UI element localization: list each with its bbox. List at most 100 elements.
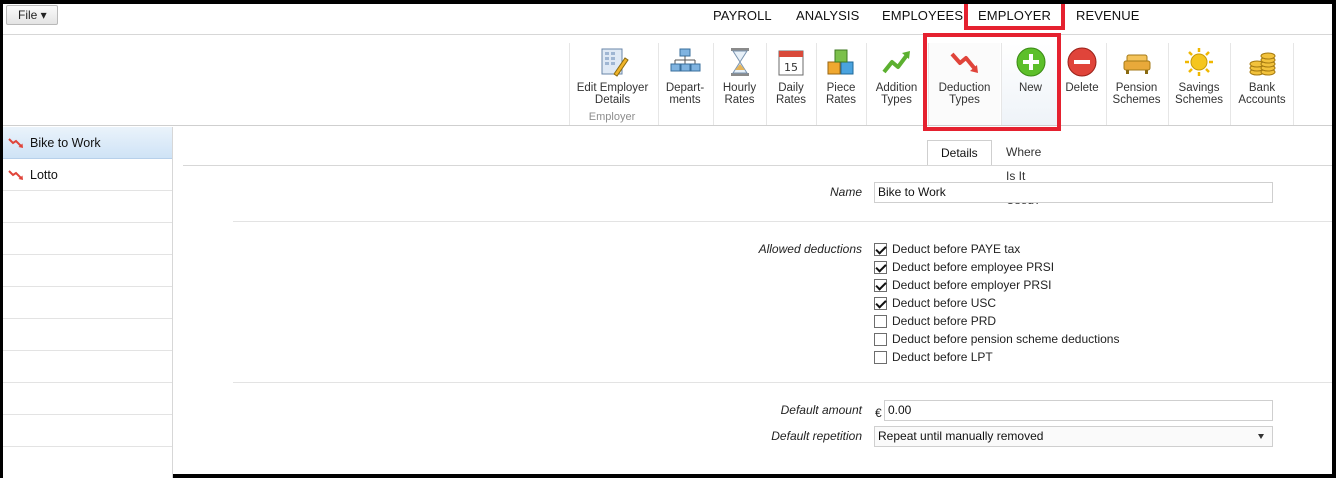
section-divider [233,221,1332,222]
sun-icon [1185,48,1213,76]
list-item-empty [3,223,172,255]
checkbox[interactable] [874,278,887,292]
chevron-down-icon[interactable] [1258,434,1264,439]
trend-down-icon [8,169,23,180]
coins-icon [1249,52,1276,76]
deduct-before-usc-checkbox[interactable]: Deduct before USC [874,294,996,312]
addition-types-button[interactable]: Addition Types [866,43,926,125]
name-field[interactable]: Bike to Work [874,182,1273,203]
departments-icon [670,48,701,72]
ribbon-label: Hourly [722,82,757,94]
deduction-list: Bike to Work Lotto [3,127,173,478]
tab-employer[interactable]: EMPLOYER [964,4,1066,30]
list-item-empty [3,351,172,383]
piece-rates-button[interactable]: Piece Rates [816,43,865,125]
ribbon-group-label: Employer [588,111,636,123]
list-item-empty [3,287,172,319]
ribbon-label: Rates [825,94,857,106]
ribbon-label: Rates [775,94,807,106]
checkbox[interactable] [874,260,887,274]
departments-button[interactable]: Depart- ments [658,43,711,125]
deduct-before-employer-prsi-checkbox[interactable]: Deduct before employer PRSI [874,276,1051,294]
default-amount-label: Default amount [780,403,862,417]
deduct-before-pension-checkbox[interactable]: Deduct before pension scheme deductions [874,330,1119,348]
list-item-label: Bike to Work [30,135,101,150]
checkbox[interactable] [874,332,887,346]
default-amount-field[interactable]: 0.00 [884,400,1273,421]
checkbox-label: Deduct before PAYE tax [892,242,1021,256]
list-item-empty [3,255,172,287]
tab-payroll[interactable]: PAYROLL [713,4,772,29]
tab-where-used[interactable]: Where Is It Used? [993,140,1054,207]
savings-schemes-button[interactable]: Savings Schemes [1168,43,1229,125]
menu-bar: File ▾ PAYROLL ANALYSIS EMPLOYEES EMPLOY… [3,4,1332,35]
ribbon-label: Savings [1178,82,1220,94]
tab-employees[interactable]: EMPLOYEES [882,4,963,29]
window-frame: File ▾ PAYROLL ANALYSIS EMPLOYEES EMPLOY… [0,0,1336,478]
list-item-label: Lotto [30,167,58,182]
blocks-icon [827,49,854,75]
list-item[interactable]: Bike to Work [3,127,172,159]
tab-analysis[interactable]: ANALYSIS [796,4,859,29]
ribbon-label: Depart- [665,82,705,94]
hourly-rates-button[interactable]: Hourly Rates [713,43,765,125]
list-item-empty [3,191,172,223]
daily-rates-button[interactable]: 15 Daily Rates [766,43,815,125]
ribbon-label: Rates [724,94,755,106]
checkbox[interactable] [874,314,887,328]
calendar-icon: 15 [778,50,804,76]
hourglass-icon [730,48,749,76]
list-item-empty [3,415,172,447]
trend-up-icon [881,51,910,74]
bank-accounts-button[interactable]: Bank Accounts [1230,43,1294,125]
ribbon-label: Daily [778,82,804,94]
deduct-before-employee-prsi-checkbox[interactable]: Deduct before employee PRSI [874,258,1054,276]
list-item-empty [3,319,172,351]
checkbox[interactable] [874,350,887,364]
deduct-before-lpt-checkbox[interactable]: Deduct before LPT [874,348,993,366]
edit-employer-icon [601,48,629,77]
ribbon-label: Piece [826,82,856,94]
checkbox[interactable] [874,242,887,256]
checkbox-label: Deduct before pension scheme deductions [892,332,1120,346]
tab-details[interactable]: Details [927,140,992,166]
list-item[interactable]: Lotto [3,159,172,191]
ribbon-label: Types [881,94,912,106]
checkbox-label: Deduct before USC [892,296,997,310]
ribbon-label: Addition [875,82,918,94]
file-menu-button[interactable]: File ▾ [6,5,58,25]
default-repetition-select[interactable]: Repeat until manually removed [874,426,1273,447]
calendar-day-text: 15 [784,61,798,74]
delete-button[interactable]: Delete [1060,43,1104,125]
ribbon-label: Delete [1065,82,1099,94]
pension-schemes-button[interactable]: Pension Schemes [1106,43,1166,125]
checkbox[interactable] [874,296,887,310]
checkbox-label: Deduct before employee PRSI [892,260,1055,274]
ribbon-label: Pension [1115,82,1158,94]
list-item-empty [3,383,172,415]
ribbon-label: Accounts [1238,94,1286,106]
ribbon-label: Schemes [1175,94,1223,106]
ribbon-label: Edit Employer [576,82,649,94]
highlight-box [923,33,1061,131]
allowed-deductions-label: Allowed deductions [758,242,862,256]
ribbon-label: Details [594,94,631,106]
select-value: Repeat until manually removed [878,429,1044,443]
ribbon-label: ments [669,94,701,106]
deduct-before-prd-checkbox[interactable]: Deduct before PRD [874,312,996,330]
ribbon-toolbar: Edit Employer Details Depart- ments Hour… [3,35,1332,126]
remove-icon [1067,47,1097,77]
checkbox-label: Deduct before LPT [892,350,993,364]
currency-symbol: € [875,406,882,420]
trend-down-icon [8,137,23,148]
sofa-icon [1123,54,1150,74]
default-repetition-label: Default repetition [771,429,862,443]
tab-divider [183,165,1332,166]
section-divider [233,382,1332,383]
checkbox-label: Deduct before PRD [892,314,997,328]
ribbon-label: Schemes [1112,94,1161,106]
tab-revenue[interactable]: REVENUE [1076,4,1140,29]
name-label: Name [829,185,862,199]
ribbon-label: Bank [1248,82,1276,94]
deduct-before-paye-checkbox[interactable]: Deduct before PAYE tax [874,240,1020,258]
